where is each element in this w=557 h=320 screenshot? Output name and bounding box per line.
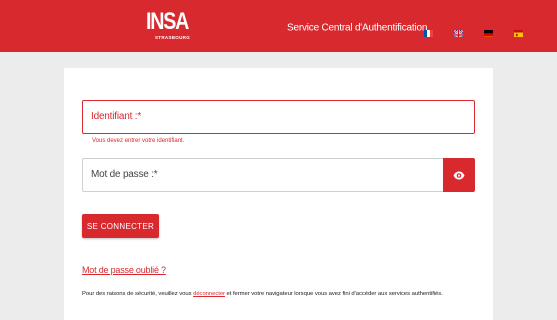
security-notice: Pour des raisons de sécurité, veuillez v… xyxy=(82,291,443,297)
username-field[interactable]: Identifiant :* xyxy=(82,100,475,134)
flag-fr-icon[interactable] xyxy=(424,27,433,37)
security-text-after: et fermer votre navigateur lorsque vous … xyxy=(224,291,443,297)
password-field[interactable]: Mot de passe :* xyxy=(82,158,443,192)
login-button[interactable]: SE CONNECTER xyxy=(82,214,159,238)
username-error-message: Vous devez entrer votre identifiant. xyxy=(92,138,185,144)
insa-logo[interactable]: INSA STRASBOURG xyxy=(146,8,190,44)
username-label: Identifiant :* xyxy=(91,111,142,122)
logout-link[interactable]: déconnecter xyxy=(193,291,225,297)
password-label: Mot de passe :* xyxy=(91,169,158,180)
eye-icon xyxy=(453,171,465,179)
flag-es-icon[interactable] xyxy=(514,27,523,37)
flag-uk-icon[interactable] xyxy=(454,27,463,37)
header-bar: INSA STRASBOURG Service Central d'Authen… xyxy=(0,0,557,52)
logo-text: INSA xyxy=(146,8,189,35)
show-password-button[interactable] xyxy=(443,158,475,192)
forgot-password-link[interactable]: Mot de passe oublié ? xyxy=(82,265,166,275)
logo-subtext: STRASBOURG xyxy=(155,35,191,40)
flag-de-icon[interactable] xyxy=(484,27,493,37)
service-title: Service Central d'Authentification xyxy=(287,22,428,34)
security-text-before: Pour des raisons de sécurité, veuillez v… xyxy=(82,291,194,297)
